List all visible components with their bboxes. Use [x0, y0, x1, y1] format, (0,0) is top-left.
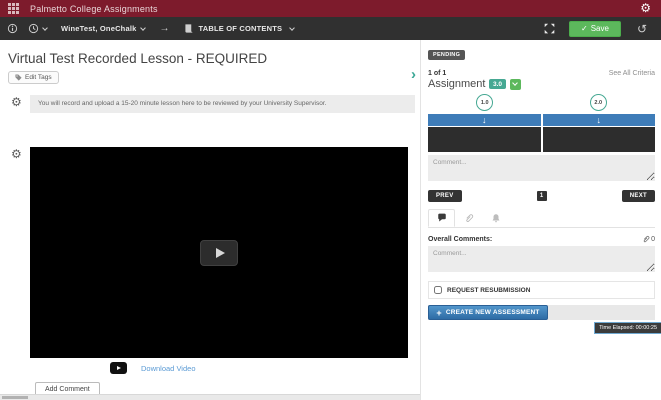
- arrow-right-icon[interactable]: →: [160, 23, 170, 34]
- see-all-criteria-link[interactable]: See All Criteria: [609, 70, 655, 77]
- attachment-count: 0: [651, 236, 655, 243]
- instruction-note: You will record and upload a 15-20 minut…: [30, 95, 415, 113]
- create-new-assessment-label: CREATE NEW ASSESSMENT: [446, 309, 540, 316]
- rubric-cells-row: [428, 127, 655, 152]
- tab-comments[interactable]: [428, 209, 455, 227]
- tag-icon: [15, 74, 22, 81]
- overall-comments-header: Overall Comments: 0: [428, 235, 655, 243]
- page-number[interactable]: 1: [537, 191, 547, 201]
- criterion-score-circle[interactable]: 2.0: [590, 94, 607, 111]
- paperclip-icon: [642, 235, 650, 243]
- toc-chevron-icon[interactable]: [289, 25, 295, 31]
- comment-tabs: [428, 209, 655, 228]
- rubric-pager: PREV 1 NEXT: [428, 190, 655, 202]
- scroll-icon: [183, 23, 194, 34]
- criterion-score-circle[interactable]: 1.0: [476, 94, 493, 111]
- attachment-counter[interactable]: 0: [642, 235, 655, 243]
- play-icon: [216, 248, 225, 258]
- request-resubmission-checkbox[interactable]: [434, 286, 442, 294]
- rubric-level-bar[interactable]: ↓: [428, 114, 541, 126]
- rubric-cell[interactable]: [543, 127, 656, 152]
- save-button[interactable]: ✓ Save: [569, 21, 621, 37]
- assignment-score-badge: 3.0: [489, 79, 505, 89]
- request-resubmission-label[interactable]: REQUEST RESUBMISSION: [447, 287, 530, 294]
- fullscreen-icon[interactable]: [544, 23, 555, 34]
- criteria-counter: 1 of 1: [428, 70, 446, 77]
- prev-button[interactable]: PREV: [428, 190, 462, 202]
- app-header: Palmetto College Assignments ⚙: [0, 0, 661, 17]
- table-of-contents-dropdown[interactable]: TABLE OF CONTENTS: [199, 24, 283, 33]
- user-chevron-icon[interactable]: [140, 25, 146, 31]
- check-icon: ✓: [581, 24, 588, 33]
- settings-gear-icon[interactable]: ⚙: [640, 1, 651, 16]
- lesson-content-panel: Virtual Test Recorded Lesson - REQUIRED …: [0, 40, 419, 400]
- tab-notifications[interactable]: [482, 209, 509, 227]
- instruction-gear-icon[interactable]: ⚙: [11, 95, 22, 109]
- bell-icon: [491, 213, 501, 223]
- history-icon[interactable]: ↺: [637, 22, 647, 36]
- chevron-down-icon: [512, 80, 518, 86]
- save-button-label: Save: [591, 24, 609, 33]
- rubric-cell[interactable]: [428, 127, 541, 152]
- rubric-comment-input[interactable]: [428, 155, 655, 181]
- speech-bubble-icon: [437, 213, 447, 223]
- next-button[interactable]: NEXT: [622, 190, 655, 202]
- rubric-level-bar[interactable]: ↓: [543, 114, 656, 126]
- assessment-panel: PENDING 1 of 1 See All Criteria Assignme…: [420, 40, 661, 400]
- play-button[interactable]: [200, 240, 238, 266]
- overall-comment-input[interactable]: [428, 246, 655, 272]
- panel-expand-chevron[interactable]: ›: [411, 66, 416, 83]
- app-grid-icon[interactable]: [8, 3, 19, 14]
- assignment-row: Assignment 3.0: [428, 78, 655, 90]
- download-row: Download Video: [110, 362, 196, 374]
- assignment-dropdown-button[interactable]: [510, 79, 521, 90]
- page-title: Virtual Test Recorded Lesson - REQUIRED: [8, 51, 267, 66]
- user-dropdown[interactable]: WineTest, OneChalk: [61, 24, 137, 33]
- time-elapsed-badge: Time Elapsed: 00:00:25: [594, 322, 661, 334]
- create-new-assessment-button[interactable]: + CREATE NEW ASSESSMENT: [428, 305, 548, 320]
- video-player[interactable]: [30, 147, 408, 358]
- edit-tags-label: Edit Tags: [25, 74, 52, 81]
- info-icon[interactable]: [7, 23, 18, 34]
- clock-icon[interactable]: [28, 23, 39, 34]
- request-resubmission-row: REQUEST RESUBMISSION: [428, 281, 655, 299]
- criteria-scores-row: 1.0 2.0: [428, 94, 655, 111]
- create-assessment-row: + CREATE NEW ASSESSMENT: [428, 305, 655, 320]
- assignment-label: Assignment: [428, 78, 485, 90]
- app-window: Palmetto College Assignments ⚙ WineTest,…: [0, 0, 661, 400]
- rubric-level-bars: ↓ ↓: [428, 114, 655, 126]
- paperclip-icon: [464, 213, 474, 223]
- plus-icon: +: [436, 308, 441, 318]
- app-title: Palmetto College Assignments: [30, 4, 158, 14]
- edit-tags-button[interactable]: Edit Tags: [8, 71, 59, 84]
- video-icon: [110, 362, 127, 374]
- overall-comments-label: Overall Comments:: [428, 236, 492, 243]
- status-badge: PENDING: [428, 50, 465, 60]
- clock-chevron-icon[interactable]: [42, 25, 48, 31]
- video-gear-icon[interactable]: ⚙: [11, 147, 22, 161]
- toolbar: WineTest, OneChalk → TABLE OF CONTENTS ✓…: [0, 17, 661, 40]
- download-video-link[interactable]: Download Video: [141, 364, 196, 373]
- tab-attachments[interactable]: [455, 209, 482, 227]
